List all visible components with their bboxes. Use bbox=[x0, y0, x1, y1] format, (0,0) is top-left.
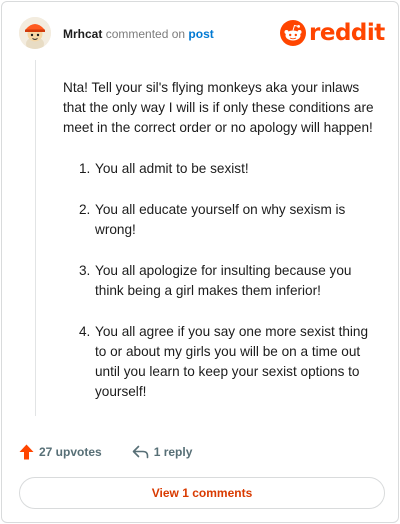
upvote-count: 27 upvotes bbox=[39, 445, 102, 459]
thread-line bbox=[35, 60, 36, 416]
post-link[interactable]: post bbox=[188, 27, 213, 41]
list-text: You all agree if you say one more sexist… bbox=[95, 324, 369, 399]
list-number: 1. bbox=[79, 161, 91, 176]
list-text: You all admit to be sexist! bbox=[95, 161, 249, 176]
commented-on-label: commented on bbox=[105, 27, 186, 41]
reply-count: 1 reply bbox=[153, 445, 193, 459]
list-text: You all apologize for insulting because … bbox=[95, 263, 352, 298]
condition-list: 1. You all admit to be sexist! 2. You al… bbox=[63, 159, 381, 402]
list-item: 2. You all educate yourself on why sexis… bbox=[63, 200, 381, 240]
user-avatar[interactable] bbox=[19, 17, 51, 49]
list-number: 4. bbox=[79, 324, 91, 339]
reddit-logo[interactable]: reddit bbox=[280, 20, 385, 46]
comment-body: Nta! Tell your sil's flying monkeys aka … bbox=[63, 78, 381, 423]
reddit-snoo-icon bbox=[280, 20, 306, 46]
username[interactable]: Mrhcat bbox=[63, 27, 102, 41]
list-item: 4. You all agree if you say one more sex… bbox=[63, 322, 381, 402]
comment-header: Mrhcat commented on post bbox=[63, 27, 214, 41]
comment-actions: 27 upvotes 1 reply bbox=[19, 444, 192, 460]
reply-button[interactable]: 1 reply bbox=[132, 445, 193, 459]
list-item: 1. You all admit to be sexist! bbox=[63, 159, 381, 179]
reddit-wordmark: reddit bbox=[309, 19, 385, 46]
upvote-button[interactable]: 27 upvotes bbox=[19, 444, 102, 460]
list-number: 2. bbox=[79, 202, 91, 217]
list-item: 3. You all apologize for insulting becau… bbox=[63, 261, 381, 301]
list-number: 3. bbox=[79, 263, 91, 278]
comment-intro: Nta! Tell your sil's flying monkeys aka … bbox=[63, 80, 374, 135]
upvote-arrow-icon bbox=[19, 444, 34, 460]
reply-icon bbox=[132, 445, 149, 459]
view-comments-button[interactable]: View 1 comments bbox=[19, 477, 385, 509]
list-text: You all educate yourself on why sexism i… bbox=[95, 202, 346, 237]
comment-card: Mrhcat commented on post reddit Nta! Tel… bbox=[1, 1, 399, 523]
